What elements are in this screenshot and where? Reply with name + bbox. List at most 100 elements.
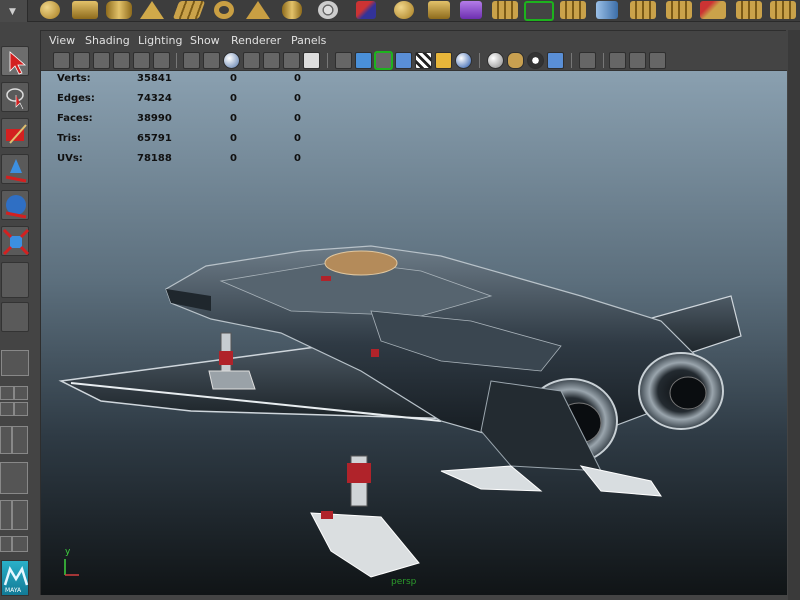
bookmark-icon[interactable]	[93, 52, 110, 69]
panel-toolbar	[41, 50, 787, 71]
gate-mask-icon[interactable]	[243, 52, 260, 69]
scale-tool-button[interactable]	[1, 226, 30, 256]
hypershade-icon[interactable]	[649, 52, 666, 69]
render-icon[interactable]	[700, 1, 726, 19]
poly-cube-icon[interactable]	[460, 1, 482, 19]
move-tool-button[interactable]	[1, 154, 29, 184]
maya-window: ▼ MAYA View Shading Lighting Show Render…	[0, 0, 800, 600]
nurbs-cylinder-icon[interactable]	[282, 1, 302, 19]
paint-brush-icon	[6, 124, 27, 144]
xray-icon[interactable]	[395, 52, 412, 69]
snap-icon[interactable]	[356, 1, 376, 19]
maya-logo-text: MAYA	[5, 587, 22, 594]
sphere-icon[interactable]	[40, 1, 60, 19]
selected-tool-icon[interactable]	[524, 1, 554, 21]
chevron-down-icon: ▼	[9, 7, 16, 17]
persp-outliner-layout-button[interactable]	[14, 402, 28, 416]
cube-icon[interactable]	[72, 1, 98, 19]
wave-icon[interactable]	[666, 1, 692, 19]
shelf-bar: ▼	[0, 0, 800, 22]
depth-of-field-icon[interactable]	[527, 52, 544, 69]
menu-panels[interactable]: Panels	[291, 34, 326, 47]
camera-name-label: persp	[391, 577, 417, 587]
rotate-tool-button[interactable]	[1, 190, 29, 220]
field-chart-icon[interactable]	[263, 52, 280, 69]
cylinder-icon[interactable]	[106, 1, 132, 19]
camera-attributes-icon[interactable]	[73, 52, 90, 69]
deform-icon[interactable]	[630, 1, 656, 19]
select-camera-icon[interactable]	[53, 52, 70, 69]
axis-y-label: y	[65, 547, 71, 557]
toolbar-separator	[603, 53, 604, 68]
menu-view[interactable]: View	[49, 34, 75, 47]
safe-action-icon[interactable]	[283, 52, 300, 69]
shelf-menu-button[interactable]: ▼	[0, 0, 28, 22]
curve-icon[interactable]	[596, 1, 618, 19]
axis-indicator: y	[64, 547, 79, 576]
single-view-icon[interactable]	[609, 52, 626, 69]
ambient-occlusion-icon[interactable]	[487, 52, 504, 69]
resolution-gate-icon[interactable]	[223, 52, 240, 69]
channel-layout-button[interactable]	[0, 500, 12, 530]
graph-editor-layout-button[interactable]	[0, 462, 28, 494]
texture-icon[interactable]	[415, 52, 432, 69]
torus-icon[interactable]	[214, 1, 234, 19]
maya-logo: MAYA	[1, 560, 29, 596]
nurbs-cone-icon[interactable]	[246, 1, 270, 19]
shelf-spacer	[0, 22, 800, 30]
select-highlight-icon[interactable]	[579, 52, 596, 69]
right-edge-panel	[788, 30, 800, 600]
lattice-icon[interactable]	[560, 1, 586, 19]
lights-icon[interactable]	[435, 52, 452, 69]
smooth-icon[interactable]	[770, 1, 796, 19]
toolbar-separator	[571, 53, 572, 68]
script-editor-layout-button[interactable]	[12, 536, 28, 552]
smooth-shade-icon[interactable]	[355, 52, 372, 69]
wireframe-on-shaded-icon[interactable]	[374, 51, 393, 70]
shadows-icon[interactable]	[455, 52, 472, 69]
motion-blur-icon[interactable]	[507, 52, 524, 69]
2d-pan-icon[interactable]	[133, 52, 150, 69]
paint-tool-button[interactable]	[1, 118, 29, 148]
outliner-layout-button[interactable]	[0, 426, 12, 454]
lasso-icon	[6, 88, 24, 110]
nurbs-cube-icon[interactable]	[428, 1, 450, 19]
menu-show[interactable]: Show	[190, 34, 220, 47]
hypergraph-layout-button[interactable]	[12, 500, 28, 530]
menu-shading[interactable]: Shading	[85, 34, 130, 47]
spaceship-model	[58, 245, 742, 578]
side-by-side-layout-button[interactable]	[14, 386, 28, 400]
film-gate-icon[interactable]	[203, 52, 220, 69]
isolate-select-icon[interactable]	[547, 52, 564, 69]
cone-icon[interactable]	[140, 1, 164, 19]
nurbs-sphere-icon[interactable]	[394, 1, 414, 19]
four-pane-layout-button[interactable]	[0, 386, 14, 400]
show-manipulator-button[interactable]	[1, 302, 29, 332]
maya-logo-icon	[3, 565, 29, 586]
target-icon[interactable]	[318, 1, 338, 19]
lasso-tool-button[interactable]	[1, 82, 29, 112]
persp-graph-layout-button[interactable]	[0, 402, 14, 416]
poly-plane-icon[interactable]	[492, 1, 518, 19]
menu-renderer[interactable]: Renderer	[231, 34, 281, 47]
menu-lighting[interactable]: Lighting	[138, 34, 182, 47]
grease-pencil-icon[interactable]	[153, 52, 170, 69]
perspective-viewport[interactable]: Verts: 35841 0 0 Edges: 74324 0 0 Faces:…	[41, 71, 787, 595]
rotate-sphere-icon	[5, 195, 27, 219]
last-tool-button[interactable]	[1, 262, 29, 298]
toolbar-separator	[479, 53, 480, 68]
toolbar-separator	[327, 53, 328, 68]
image-plane-icon[interactable]	[113, 52, 130, 69]
grid-icon[interactable]	[183, 52, 200, 69]
single-pane-layout-button[interactable]	[1, 350, 29, 376]
wireframe-icon[interactable]	[335, 52, 352, 69]
arrow-cursor-icon	[9, 51, 27, 75]
toolbox: MAYA	[0, 30, 30, 600]
plane-icon[interactable]	[172, 1, 206, 19]
safe-title-icon[interactable]	[303, 52, 320, 69]
uv-editor-layout-button[interactable]	[0, 536, 12, 552]
select-tool-button[interactable]	[1, 46, 29, 76]
hypershade-layout-button[interactable]	[12, 426, 28, 454]
layout-icon[interactable]	[629, 52, 646, 69]
sculpt-icon[interactable]	[736, 1, 762, 19]
